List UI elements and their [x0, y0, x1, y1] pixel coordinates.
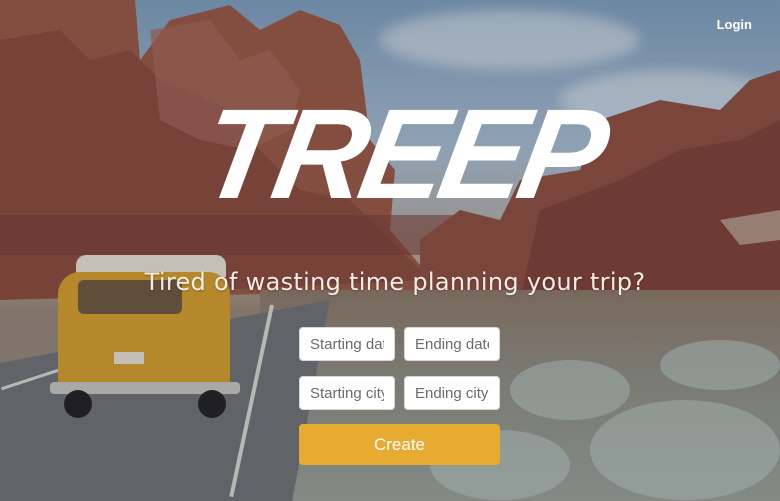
logo-text: TREEP: [191, 83, 620, 226]
starting-date-field[interactable]: [299, 327, 395, 361]
treep-logo: TREEP: [191, 83, 620, 226]
login-link[interactable]: Login: [717, 17, 752, 32]
ending-date-field[interactable]: [404, 327, 500, 361]
create-button[interactable]: Create: [299, 424, 500, 465]
tagline: Tired of wasting time planning your trip…: [144, 268, 646, 296]
ending-city-field[interactable]: [404, 376, 500, 410]
starting-city-field[interactable]: [299, 376, 395, 410]
